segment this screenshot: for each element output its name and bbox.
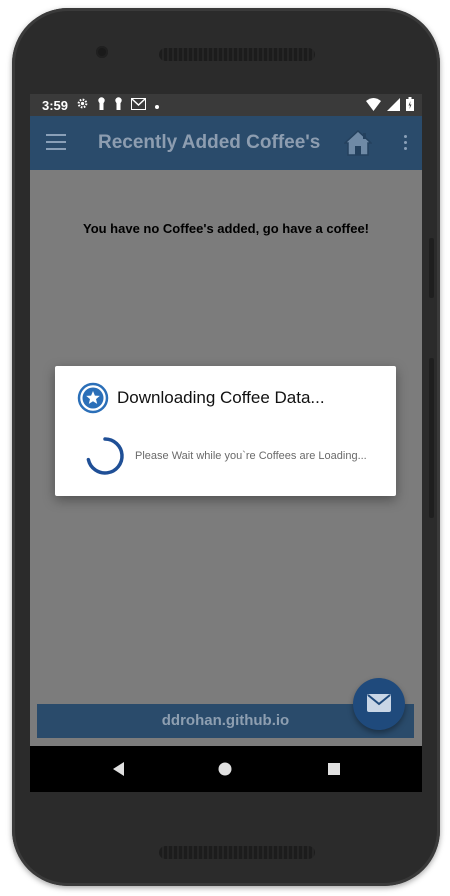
menu-icon[interactable] [46,134,66,150]
back-icon[interactable] [106,756,132,782]
footer-link[interactable]: ddrohan.github.io [162,712,289,729]
power-button [429,358,434,518]
keyhole-icon [114,97,123,113]
bottom-speaker [159,846,315,859]
empty-state-message: You have no Coffee's added, go have a co… [82,221,370,236]
settings-icon [76,97,89,113]
screen: 3:59 Recently Added Coffee's You have no… [30,94,422,792]
keyhole-icon [97,97,106,113]
app-bar: Recently Added Coffee's [30,116,422,170]
loading-dialog: Downloading Coffee Data... Please Wait w… [55,366,396,496]
home-circle-icon[interactable] [212,756,238,782]
mail-fab-button[interactable] [353,678,405,730]
gmail-icon [131,97,147,113]
system-nav-bar [30,746,422,792]
volume-button [429,238,434,298]
overflow-menu-icon[interactable] [404,135,408,151]
earpiece-speaker [159,48,315,61]
dot-icon [154,98,160,113]
star-badge-icon [77,382,109,414]
status-time: 3:59 [42,97,69,113]
signal-icon [387,97,400,114]
recents-square-icon[interactable] [321,756,347,782]
loading-spinner [85,436,125,476]
dialog-title: Downloading Coffee Data... [117,388,325,407]
dialog-message: Please Wait while you`re Coffees are Loa… [135,450,367,462]
wifi-icon [366,97,381,114]
battery-icon [406,97,414,114]
home-icon[interactable] [343,129,373,156]
front-camera [96,46,108,58]
page-title: Recently Added Coffee's [98,132,321,153]
status-bar: 3:59 [30,94,422,116]
